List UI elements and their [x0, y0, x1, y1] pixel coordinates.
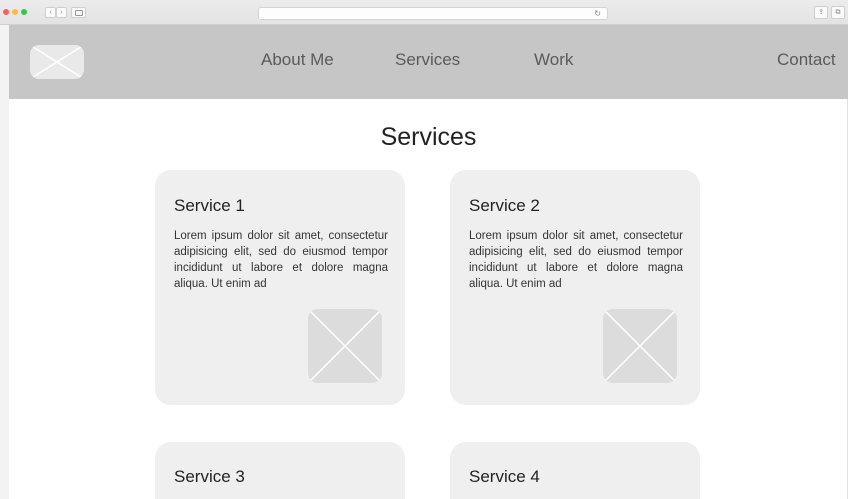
sidebar-toggle-button[interactable] — [71, 7, 86, 18]
reload-icon[interactable]: ↻ — [594, 8, 601, 19]
nav-about-me[interactable]: About Me — [261, 50, 334, 70]
browser-toolbar: ‹ › ↻ ⇪ ⧉ — [0, 0, 848, 25]
card-title: Service 3 — [174, 467, 245, 486]
nav-contact[interactable]: Contact — [777, 50, 836, 70]
browser-window: ‹ › ↻ ⇪ ⧉ About Me Services Work Contact… — [0, 0, 848, 499]
service-card-1[interactable]: Service 1 Lorem ipsum dolor sit amet, co… — [155, 170, 405, 405]
card-image-placeholder — [308, 309, 382, 383]
nav-services[interactable]: Services — [395, 50, 460, 70]
logo-placeholder[interactable] — [30, 45, 84, 79]
card-image-placeholder — [603, 309, 677, 383]
card-title: Service 1 — [174, 196, 245, 215]
site-header: About Me Services Work Contact — [9, 25, 848, 99]
nav-work[interactable]: Work — [534, 50, 573, 70]
image-placeholder-icon — [603, 309, 677, 383]
service-card-2[interactable]: Service 2 Lorem ipsum dolor sit amet, co… — [450, 170, 700, 405]
close-window-button[interactable] — [3, 9, 9, 15]
service-card-3[interactable]: Service 3 — [155, 442, 405, 499]
service-card-4[interactable]: Service 4 — [450, 442, 700, 499]
tabs-overview-button[interactable]: ⧉ — [831, 6, 845, 19]
image-placeholder-icon — [308, 309, 382, 383]
page-title: Services — [380, 123, 477, 151]
address-bar[interactable]: ↻ — [258, 7, 608, 20]
page-edge — [0, 25, 9, 499]
share-button[interactable]: ⇪ — [814, 6, 828, 19]
forward-button[interactable]: › — [56, 7, 67, 18]
back-button[interactable]: ‹ — [45, 7, 56, 18]
minimize-window-button[interactable] — [12, 9, 18, 15]
card-description: Lorem ipsum dolor sit amet, consectetur … — [174, 230, 388, 290]
card-title: Service 2 — [469, 196, 540, 215]
image-placeholder-icon — [30, 45, 84, 79]
card-title: Service 4 — [469, 467, 540, 486]
card-description: Lorem ipsum dolor sit amet, consectetur … — [469, 230, 683, 290]
maximize-window-button[interactable] — [21, 9, 27, 15]
